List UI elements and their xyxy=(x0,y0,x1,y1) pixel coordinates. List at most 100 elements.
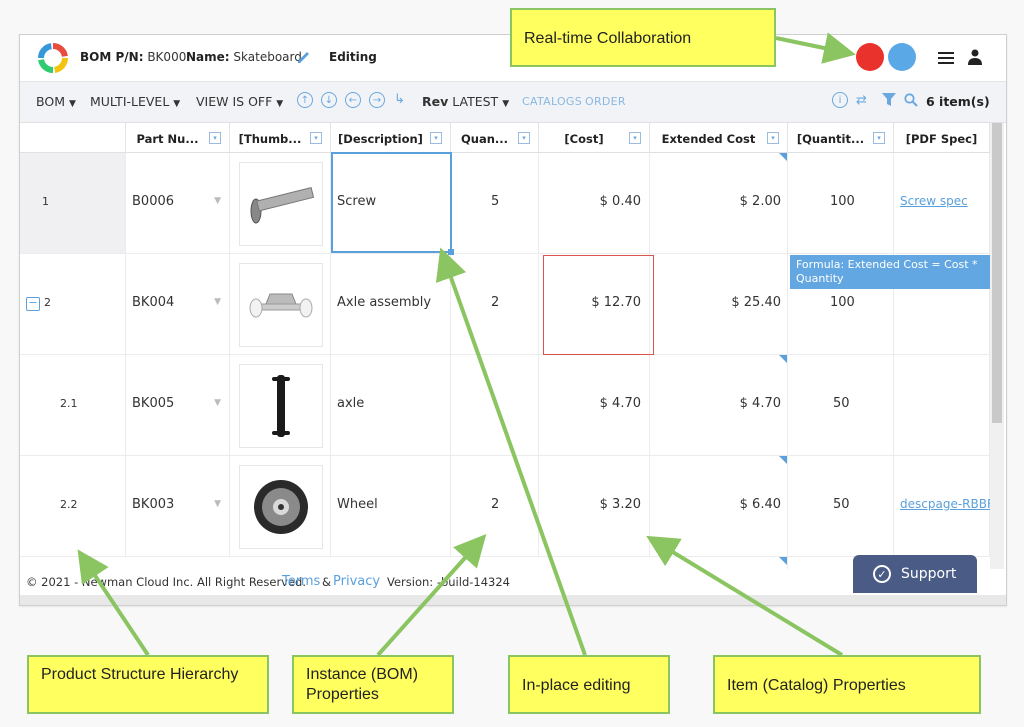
column-menu-icon: ▾ xyxy=(873,132,885,144)
column-menu-icon: ▾ xyxy=(430,132,442,144)
header-cost[interactable]: [Cost] ▾ xyxy=(539,123,650,153)
quantity-cell[interactable]: 5 xyxy=(451,153,539,254)
privacy-link[interactable]: Privacy xyxy=(333,574,380,589)
quantity-cell[interactable]: 2 xyxy=(451,456,539,557)
scrollbar-thumb[interactable] xyxy=(992,123,1002,423)
quantity-cell[interactable] xyxy=(451,355,539,456)
extended-cost-cell[interactable]: $ 25.40 xyxy=(650,254,788,355)
order-link[interactable]: ORDER xyxy=(585,95,626,108)
bom-pn: BOM P/N: BK000 xyxy=(80,50,186,64)
extended-cost-cell[interactable]: $ 4.70 xyxy=(650,355,788,456)
collaborator-avatar-blue[interactable] xyxy=(888,43,916,71)
filter-icon[interactable] xyxy=(882,93,896,107)
swap-icon[interactable]: ⇄ xyxy=(856,93,867,108)
dropdown-caret-icon: ▼ xyxy=(214,398,221,408)
header-quantity-catalog[interactable]: [Quantit... ▾ xyxy=(788,123,894,153)
outdent-icon[interactable]: ← xyxy=(345,92,361,108)
name-label: Name: xyxy=(186,50,230,64)
truck-thumbnail xyxy=(239,263,323,347)
active-edit-cell[interactable] xyxy=(331,152,454,255)
pencil-icon[interactable] xyxy=(296,49,312,65)
callout-item: Item (Catalog) Properties xyxy=(713,655,981,714)
thumbnail-cell[interactable] xyxy=(230,355,331,456)
column-menu-icon: ▾ xyxy=(629,132,641,144)
cost-cell[interactable]: $ 4.70 xyxy=(539,355,650,456)
editing-status: Editing xyxy=(329,50,377,64)
header-description[interactable]: [Description] ▾ xyxy=(331,123,451,153)
catalogs-link[interactable]: CATALOGS xyxy=(522,95,582,108)
catalog-quantity-cell[interactable]: 50 xyxy=(788,456,894,557)
dropdown-caret-icon: ▼ xyxy=(214,499,221,509)
catalog-quantity-cell[interactable]: 50 xyxy=(788,355,894,456)
axle-thumbnail xyxy=(239,364,323,448)
catalog-quantity-cell[interactable]: 100 xyxy=(788,153,894,254)
header-part-number[interactable]: Part Nu... ▾ xyxy=(126,123,230,153)
header-extended-cost[interactable]: Extended Cost ▾ xyxy=(650,123,788,153)
search-icon[interactable] xyxy=(904,93,918,107)
part-number-cell[interactable]: BK004 ▼ xyxy=(126,254,230,355)
pdf-spec-cell[interactable]: Screw spec xyxy=(894,153,990,254)
terms-link[interactable]: Terms xyxy=(282,574,320,589)
rev-selector[interactable]: Rev LATEST ▼ xyxy=(422,94,509,109)
part-number-cell[interactable]: B0006 ▼ xyxy=(126,153,230,254)
bom-grid: Part Nu... ▾ [Thumb... ▾ [Description] ▾ Qu… xyxy=(20,123,990,569)
move-up-icon[interactable]: ↑ xyxy=(297,92,313,108)
bom-pn-label: BOM P/N: xyxy=(80,50,144,64)
support-button[interactable]: ✓ Support xyxy=(853,555,977,593)
dropdown-caret-icon: ▼ xyxy=(214,196,221,206)
quantity-cell[interactable]: 2 xyxy=(451,254,539,355)
column-menu-icon: ▾ xyxy=(310,132,322,144)
formula-indicator-icon xyxy=(779,153,787,161)
header-quantity[interactable]: Quan... ▾ xyxy=(451,123,539,153)
pdf-spec-link[interactable]: descpage-RBBR. xyxy=(900,497,990,511)
fill-handle xyxy=(448,249,454,255)
footer-ampersand: & xyxy=(322,575,331,589)
part-number-cell[interactable]: BK005 ▼ xyxy=(126,355,230,456)
user-icon[interactable] xyxy=(968,49,982,65)
callout-inplace: In-place editing xyxy=(508,655,670,714)
header-pdf-spec[interactable]: [PDF Spec] xyxy=(894,123,990,153)
vertical-scrollbar[interactable] xyxy=(990,123,1004,569)
header-index xyxy=(20,123,126,153)
hamburger-menu-icon[interactable] xyxy=(938,51,954,65)
extended-cost-cell[interactable] xyxy=(650,557,788,569)
move-down-icon[interactable]: ↓ xyxy=(321,92,337,108)
bom-app-window: BOM P/N: BK000 Name: Skateboard Editing … xyxy=(19,34,1007,606)
horizontal-scrollbar[interactable] xyxy=(20,595,1006,605)
row-index-1: 1 xyxy=(20,153,126,254)
row-index-2: − 2 xyxy=(20,254,126,355)
app-logo xyxy=(38,43,68,73)
cost-cell[interactable]: $ 0.40 xyxy=(539,153,650,254)
thumbnail-cell[interactable] xyxy=(230,456,331,557)
extended-cost-cell[interactable]: $ 6.40 xyxy=(650,456,788,557)
multi-level-dropdown[interactable]: MULTI-LEVEL ▼ xyxy=(90,94,180,109)
copyright-text: © 2021 - Newman Cloud Inc. All Right Res… xyxy=(26,575,307,589)
cost-cell[interactable]: $ 3.20 xyxy=(539,456,650,557)
indent-icon[interactable]: → xyxy=(369,92,385,108)
description-cell[interactable]: Wheel xyxy=(331,456,451,557)
collaborator-avatar-red[interactable] xyxy=(856,43,884,71)
callout-instance: Instance (BOM) Properties xyxy=(292,655,454,714)
return-arrow-icon[interactable]: ↳ xyxy=(394,92,405,107)
thumbnail-cell[interactable] xyxy=(230,153,331,254)
bom-name: Name: Skateboard xyxy=(186,50,302,64)
formula-indicator-icon xyxy=(779,355,787,363)
bom-dropdown[interactable]: BOM ▼ xyxy=(36,94,76,109)
part-number-cell[interactable]: BK003 ▼ xyxy=(126,456,230,557)
changed-cell-highlight xyxy=(543,255,654,355)
description-cell[interactable]: axle xyxy=(331,355,451,456)
toolbar: BOM ▼ MULTI-LEVEL ▼ VIEW IS OFF ▼ ↑ ↓ ← → ↳… xyxy=(20,82,1006,123)
collapse-icon[interactable]: − xyxy=(26,297,40,311)
bom-pn-value: BK000 xyxy=(147,50,187,64)
pdf-spec-link[interactable]: Screw spec xyxy=(900,194,968,208)
thumbnail-cell[interactable] xyxy=(230,254,331,355)
header-thumbnail[interactable]: [Thumb... ▾ xyxy=(230,123,331,153)
screw-thumbnail xyxy=(239,162,323,246)
extended-cost-cell[interactable]: $ 2.00 xyxy=(650,153,788,254)
pdf-spec-cell[interactable]: descpage-RBBR. xyxy=(894,456,990,557)
pdf-spec-cell[interactable] xyxy=(894,355,990,456)
info-icon[interactable]: i xyxy=(832,92,848,108)
view-dropdown[interactable]: VIEW IS OFF ▼ xyxy=(196,94,283,109)
description-cell[interactable]: Axle assembly xyxy=(331,254,451,355)
row-index-2-2: 2.2 xyxy=(20,456,126,557)
